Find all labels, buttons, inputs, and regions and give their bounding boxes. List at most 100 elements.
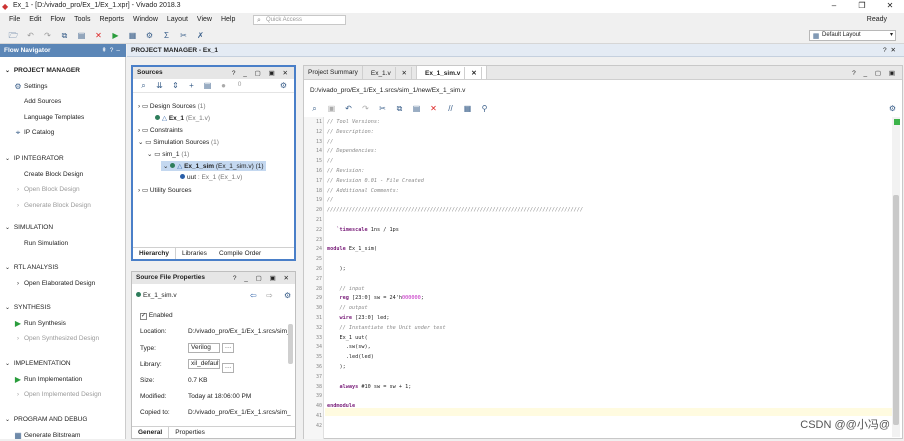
- cut-icon[interactable]: ✂: [178, 30, 189, 41]
- settings-icon[interactable]: ⚙: [144, 30, 155, 41]
- sfp-scrollbar[interactable]: [288, 324, 293, 364]
- flow-section-ip-integrator[interactable]: ⌄ IP INTEGRATOR: [5, 155, 64, 162]
- panel-controls[interactable]: ? _ ▢ ▣ ✕: [233, 274, 292, 282]
- tree-uut[interactable]: uut : Ex_1 (Ex_1.v): [180, 174, 242, 181]
- flow-section-rtl-analysis[interactable]: ⌄ RTL ANALYSIS: [5, 264, 59, 271]
- menu-reports[interactable]: Reports: [99, 16, 124, 23]
- redo-icon[interactable]: ↷: [361, 104, 370, 114]
- paste-icon[interactable]: ▤: [76, 30, 87, 41]
- tree-constraints[interactable]: › ▭ Constraints: [138, 126, 183, 134]
- collapse-all-icon[interactable]: ⇊: [155, 81, 164, 90]
- forward-icon[interactable]: ⇨: [266, 291, 273, 300]
- tab-hierarchy[interactable]: Hierarchy: [133, 248, 176, 259]
- library-more-button[interactable]: ···: [221, 363, 235, 373]
- flow-section-synthesis[interactable]: ⌄ SYNTHESIS: [5, 304, 51, 311]
- menu-help[interactable]: Help: [221, 16, 235, 23]
- search-icon[interactable]: ⌕: [139, 81, 148, 90]
- gear-icon[interactable]: ⚙: [279, 81, 288, 90]
- restore-icon[interactable]: ❐: [848, 0, 876, 13]
- back-icon[interactable]: ⇦: [250, 291, 257, 300]
- panel-controls[interactable]: ⇞?–: [101, 46, 123, 54]
- cut-icon[interactable]: ✂: [378, 104, 387, 114]
- checkbox-icon[interactable]: ✓: [140, 313, 147, 320]
- flow-item-run-simulation[interactable]: Run Simulation: [24, 240, 68, 247]
- tab-general[interactable]: General: [132, 427, 170, 438]
- scrollbar-thumb[interactable]: [893, 195, 899, 425]
- tab-libraries[interactable]: Libraries: [176, 248, 213, 259]
- close-icon[interactable]: ✕: [397, 67, 412, 80]
- tab-ex1-v[interactable]: Ex_1.v ✕: [363, 66, 417, 80]
- menu-view[interactable]: View: [197, 16, 212, 23]
- save-icon[interactable]: ▣: [327, 104, 336, 114]
- lightbulb-icon[interactable]: ⚲: [480, 104, 489, 114]
- flow-item-add-sources[interactable]: Add Sources: [24, 98, 61, 105]
- flow-item-run-synthesis[interactable]: ▶ Run Synthesis: [15, 319, 66, 327]
- menu-edit[interactable]: Edit: [29, 16, 41, 23]
- copy-icon[interactable]: ⧉: [59, 30, 70, 41]
- header-controls[interactable]: ?✕: [883, 46, 900, 54]
- gear-icon[interactable]: ⚙: [889, 104, 896, 113]
- copy-icon[interactable]: ⧉: [395, 104, 404, 114]
- menu-window[interactable]: Window: [133, 16, 158, 23]
- flow-item-open-implemented-design[interactable]: › Open Implemented Design: [17, 391, 101, 398]
- undo-icon[interactable]: ↶: [344, 104, 353, 114]
- menu-tools[interactable]: Tools: [74, 16, 90, 23]
- tab-properties[interactable]: Properties: [169, 427, 211, 438]
- flow-item-open-block-design[interactable]: › Open Block Design: [17, 186, 80, 193]
- paste-icon[interactable]: ▤: [412, 104, 421, 114]
- flow-item-language-templates[interactable]: Language Templates: [24, 114, 84, 121]
- expand-all-icon[interactable]: ⇕: [171, 81, 180, 90]
- tab-compile-order[interactable]: Compile Order: [213, 248, 267, 259]
- minimize-icon[interactable]: –: [820, 0, 848, 13]
- flow-section-implementation[interactable]: ⌄ IMPLEMENTATION: [5, 360, 71, 367]
- flow-item-generate-bitstream[interactable]: ▦ Generate Bitstream: [14, 431, 80, 439]
- tree-ex1[interactable]: △ Ex_1 (Ex_1.v): [155, 114, 210, 122]
- gear-icon[interactable]: ⚙: [284, 291, 291, 300]
- tab-ex1-sim-v[interactable]: Ex_1_sim.v ✕: [417, 66, 487, 80]
- tab-project-summary[interactable]: Project Summary: [304, 66, 363, 79]
- flow-section-program-and-debug[interactable]: ⌄ PROGRAM AND DEBUG: [5, 416, 88, 423]
- new-project-icon[interactable]: 🗁: [8, 30, 19, 41]
- tool-icon[interactable]: ✗: [195, 30, 206, 41]
- flow-section-simulation[interactable]: ⌄ SIMULATION: [5, 224, 53, 231]
- document-icon[interactable]: ▤: [203, 81, 212, 90]
- sigma-icon[interactable]: Σ: [161, 30, 172, 41]
- layout-select[interactable]: ▦ Default Layout ▾: [809, 30, 896, 41]
- flow-item-run-implementation[interactable]: ▶ Run Implementation: [15, 375, 82, 383]
- menu-layout[interactable]: Layout: [167, 16, 188, 23]
- redo-icon[interactable]: ↷: [42, 30, 53, 41]
- type-field[interactable]: Verilog ···: [188, 343, 235, 353]
- comment-icon[interactable]: //: [446, 104, 455, 114]
- table-icon[interactable]: ▦: [463, 104, 472, 114]
- run-icon[interactable]: ▶: [110, 30, 121, 41]
- tree-utility[interactable]: › ▭ Utility Sources: [138, 186, 191, 194]
- add-icon[interactable]: +: [187, 81, 196, 90]
- flow-section-project-manager[interactable]: ⌄ PROJECT MANAGER: [5, 67, 80, 74]
- menu-file[interactable]: File: [9, 16, 20, 23]
- delete-icon[interactable]: ✕: [93, 30, 104, 41]
- close-icon[interactable]: ✕: [876, 0, 904, 13]
- delete-icon[interactable]: ✕: [429, 104, 438, 114]
- flow-item-open-synthesized-design[interactable]: › Open Synthesized Design: [17, 335, 99, 342]
- program-icon[interactable]: ▦: [127, 30, 138, 41]
- type-more-button[interactable]: ···: [221, 343, 235, 353]
- quick-access-input[interactable]: ⌕ Quick Access: [253, 15, 346, 25]
- close-icon[interactable]: ✕: [467, 67, 482, 80]
- panel-controls[interactable]: ? _ ▢ ▣: [852, 69, 898, 77]
- undo-icon[interactable]: ↶: [25, 30, 36, 41]
- flow-item-create-block-design[interactable]: Create Block Design: [24, 171, 83, 178]
- menu-flow[interactable]: Flow: [50, 16, 65, 23]
- tree-sim-1[interactable]: ⌄ ▭ sim_1 (1): [147, 150, 189, 158]
- tree-sim-sources[interactable]: ⌄ ▭ Simulation Sources (1): [138, 138, 219, 146]
- flow-item-ip-catalog[interactable]: ⌖ IP Catalog: [16, 129, 55, 137]
- library-field[interactable]: xil_defaultlib ···: [188, 359, 235, 373]
- flow-item-settings[interactable]: ⚙ Settings: [14, 82, 47, 90]
- flow-item-open-elaborated-design[interactable]: › Open Elaborated Design: [17, 280, 95, 287]
- editor-scrollbar[interactable]: [892, 117, 900, 437]
- tree-ex1-sim[interactable]: ⌄ △ Ex_1_sim (Ex_1_sim.v) (1): [161, 161, 266, 171]
- panel-controls[interactable]: ? _ ▢ ▣ ✕: [232, 69, 291, 77]
- search-icon[interactable]: ⌕: [310, 104, 319, 114]
- flow-item-generate-block-design[interactable]: › Generate Block Design: [17, 202, 91, 209]
- tree-design-sources[interactable]: › ▭ Design Sources (1): [138, 102, 206, 110]
- enabled-checkbox[interactable]: ✓ Enabled: [140, 312, 173, 320]
